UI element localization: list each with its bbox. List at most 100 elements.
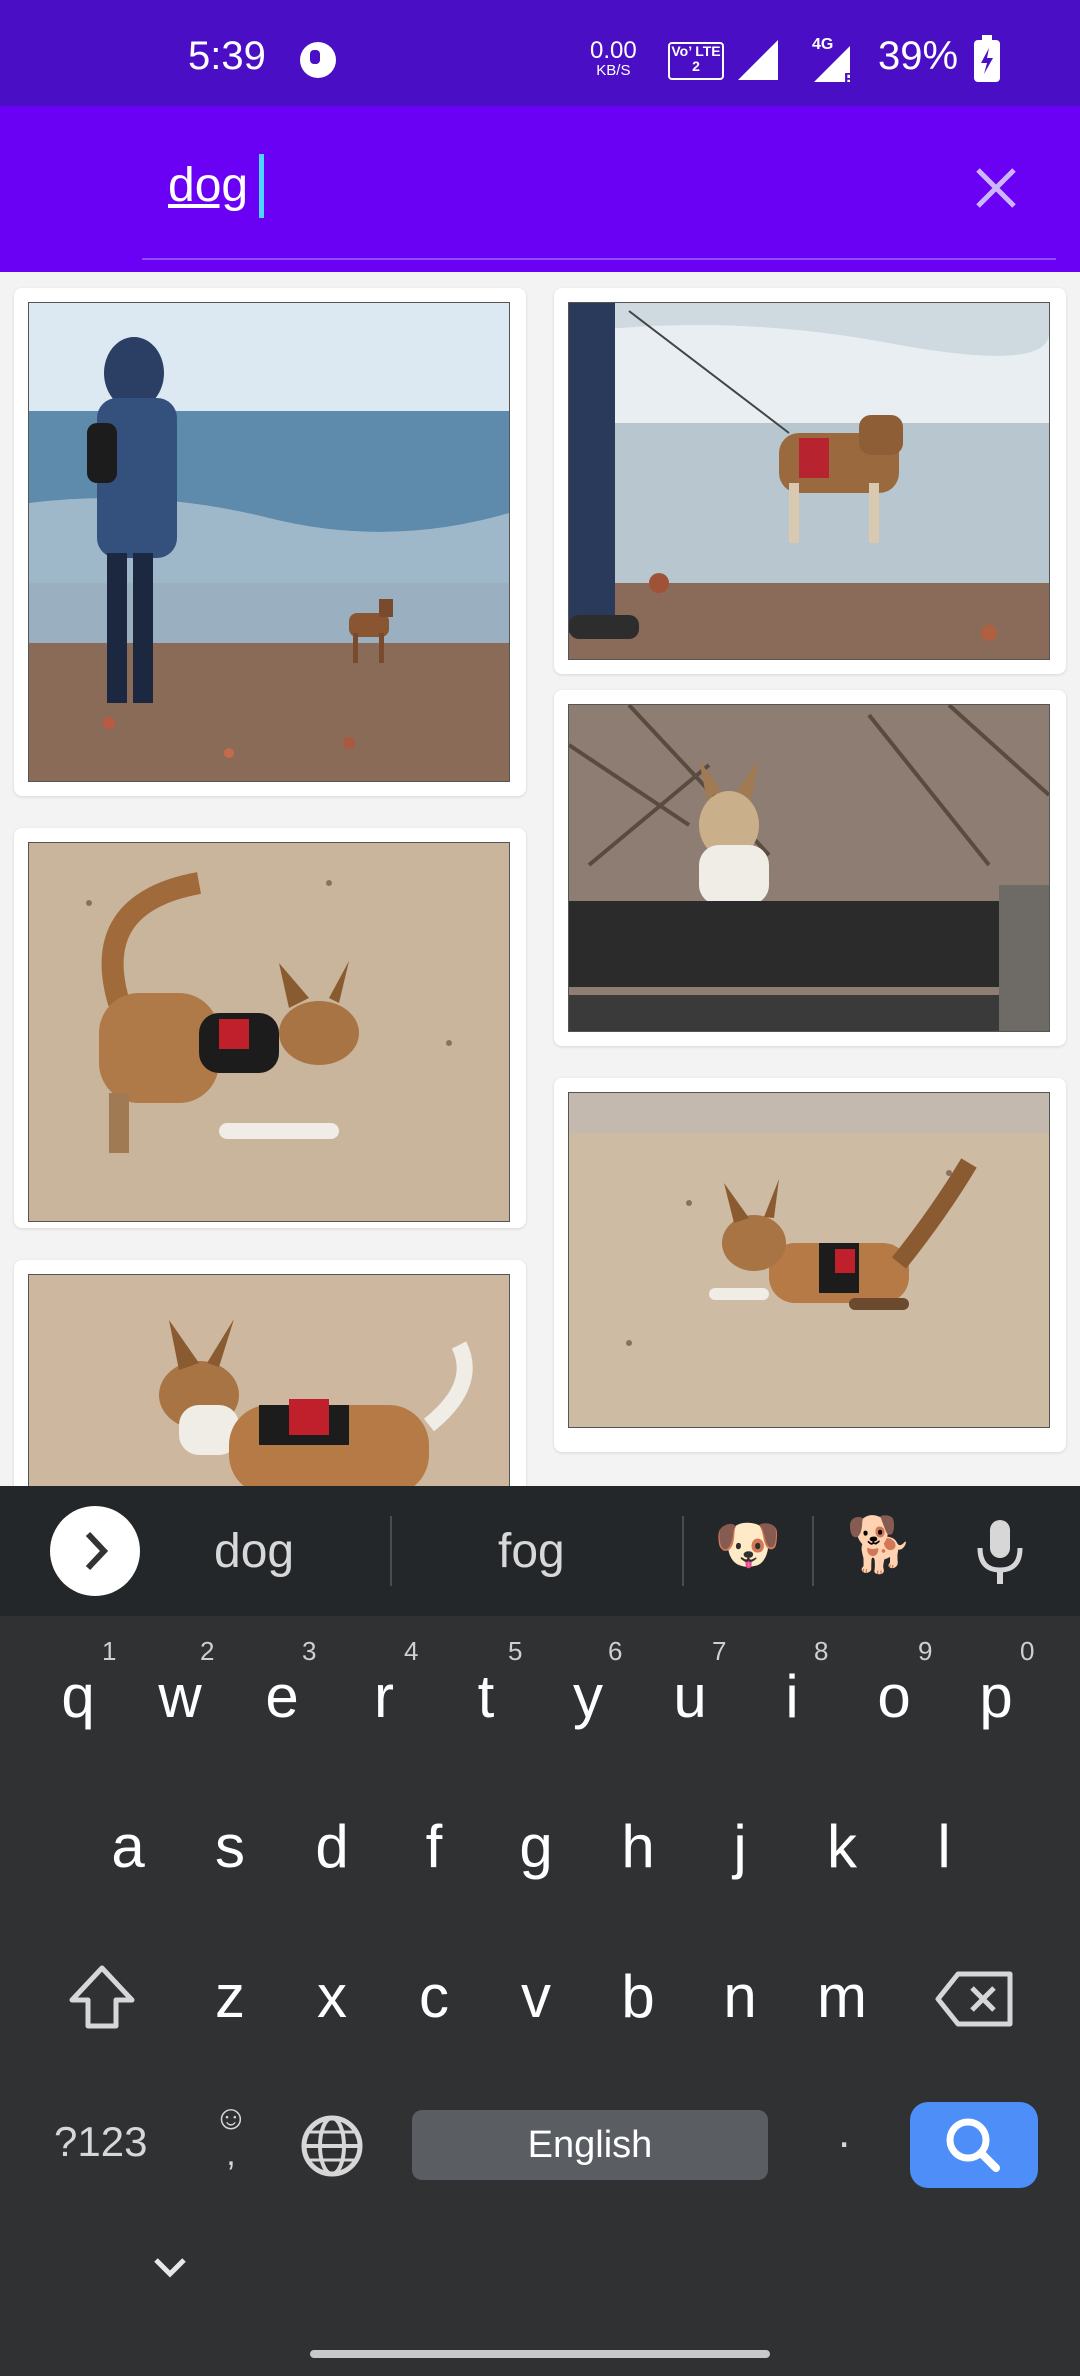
key-e[interactable]: e [232,1662,332,1731]
key-label: k [827,1813,857,1880]
key-label: f [425,1813,443,1880]
chevron-right-icon [85,1531,109,1571]
suggestion-1[interactable]: dog [214,1524,294,1579]
image-result-card[interactable] [14,828,526,1228]
key-a[interactable]: a [78,1812,178,1881]
result-image[interactable] [568,1092,1050,1428]
key-label: p [979,1663,1013,1730]
key-f[interactable]: f [384,1812,484,1881]
key-t[interactable]: t [436,1662,536,1731]
key-label: j [733,1813,747,1880]
key-y[interactable]: y [538,1662,638,1731]
key-number: 8 [814,1636,829,1666]
key-number: 5 [508,1636,523,1666]
signal-4g-icon: R [814,46,854,86]
key-s[interactable]: s [180,1812,280,1881]
shift-icon[interactable] [66,1962,138,2032]
microphone-icon[interactable] [972,1516,1028,1586]
key-l[interactable]: l [894,1812,994,1881]
key-m[interactable]: m [792,1962,892,2031]
symbols-key[interactable]: ?123 [54,2118,147,2166]
key-o[interactable]: o [844,1662,944,1731]
key-label: d [315,1813,349,1880]
space-bar[interactable]: English [412,2110,768,2180]
search-enter-button[interactable] [910,2102,1038,2188]
period-key[interactable]: . [838,2108,850,2158]
emoji-suggestion-dog-face[interactable]: 🐶 [714,1514,781,1577]
key-number: 1 [102,1636,117,1666]
hide-keyboard-chevron-down-icon[interactable] [150,2252,190,2282]
key-n[interactable]: n [690,1962,790,2031]
search-underline [142,258,1056,260]
network-speed: 0.00 KB/S [590,37,637,80]
on-screen-keyboard: dog fog 🐶 🐕 q 1 w 2 e 3 r 4 t 5 y 6 u 7 … [0,1486,1080,2376]
result-image[interactable] [568,704,1050,1032]
key-b[interactable]: b [588,1962,688,2031]
key-h[interactable]: h [588,1812,688,1881]
text-cursor [259,154,264,218]
key-number: 6 [608,1636,623,1666]
image-result-card[interactable] [554,288,1066,674]
image-result-card[interactable] [554,690,1066,1046]
key-label: y [573,1663,603,1730]
gesture-home-bar[interactable] [310,2350,770,2358]
key-g[interactable]: g [486,1812,586,1881]
divider [390,1516,392,1586]
key-label: t [477,1663,495,1730]
search-toolbar: dog [0,106,1080,272]
key-number: 0 [1020,1636,1035,1666]
key-w[interactable]: w [130,1662,230,1731]
key-number: 3 [302,1636,317,1666]
key-r[interactable]: r [334,1662,434,1731]
key-number: 4 [404,1636,419,1666]
suggestion-2[interactable]: fog [498,1524,565,1579]
search-input[interactable]: dog [168,158,248,213]
key-u[interactable]: u [640,1662,740,1731]
key-label: i [785,1663,799,1730]
key-label: q [61,1663,95,1730]
emoji-suggestion-dog[interactable]: 🐕 [846,1514,913,1577]
key-label: x [317,1963,347,2030]
battery-charging-icon [974,35,1000,82]
status-bar: 5:39 0.00 KB/S Vo’ LTE 2 4G R 39% [0,0,1080,106]
key-number: 9 [918,1636,933,1666]
result-image[interactable] [28,842,510,1222]
signal-icon [738,40,778,80]
key-c[interactable]: c [384,1962,484,2031]
result-image[interactable] [568,302,1050,660]
key-label: v [521,1963,551,2030]
battery-percent: 39% [878,34,959,78]
key-q[interactable]: q [28,1662,128,1731]
key-z[interactable]: z [180,1962,280,2031]
key-label: g [519,1813,553,1880]
key-label: n [723,1963,757,2030]
key-label: u [673,1663,707,1730]
image-result-card[interactable] [554,1078,1066,1452]
key-i[interactable]: i [742,1662,842,1731]
globe-icon[interactable] [300,2114,364,2178]
emoji-comma-key[interactable]: ☺ , [206,2100,256,2172]
key-label: o [877,1663,911,1730]
key-k[interactable]: k [792,1812,892,1881]
key-number: 7 [712,1636,727,1666]
key-v[interactable]: v [486,1962,586,2031]
image-result-card[interactable] [14,288,526,796]
key-d[interactable]: d [282,1812,382,1881]
image-result-card[interactable] [14,1260,526,1486]
key-x[interactable]: x [282,1962,382,2031]
divider [812,1516,814,1586]
expand-toolbar-button[interactable] [50,1506,140,1596]
result-image[interactable] [28,302,510,782]
key-p[interactable]: p [946,1662,1046,1731]
comma-label: , [226,2135,236,2173]
key-label: l [937,1813,951,1880]
key-label: b [621,1963,655,2030]
close-icon[interactable] [968,160,1024,216]
key-j[interactable]: j [690,1812,790,1881]
network-speed-value: 0.00 [590,37,637,64]
volte-icon: Vo’ LTE 2 [668,42,724,80]
result-image[interactable] [28,1274,510,1486]
image-results-grid [0,272,1080,1486]
key-label: r [374,1663,394,1730]
backspace-icon[interactable] [934,1968,1016,2030]
